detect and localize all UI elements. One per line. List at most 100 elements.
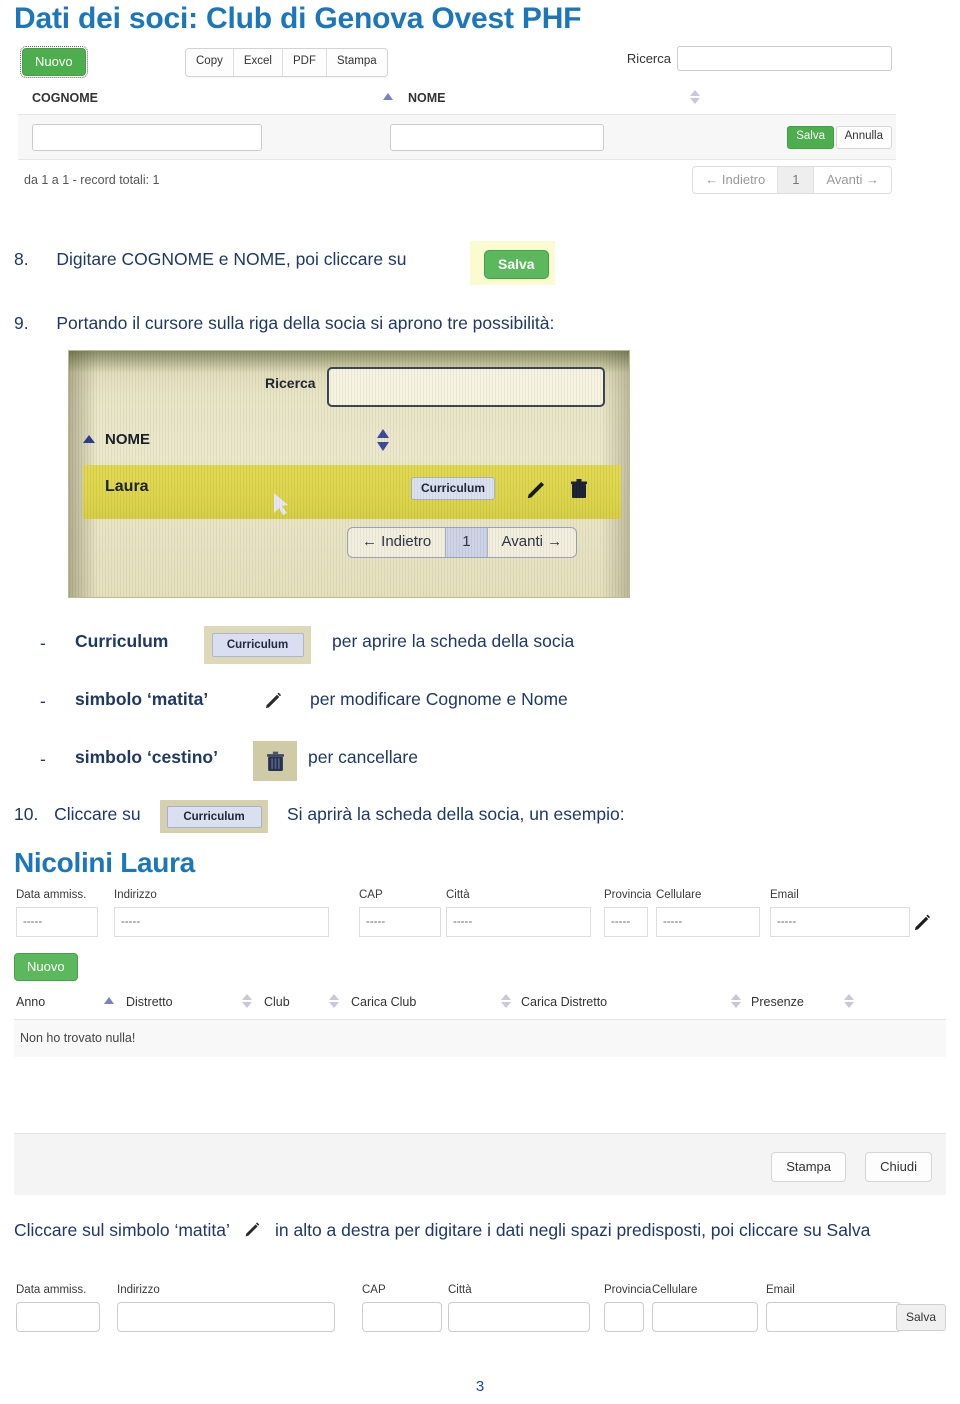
photo-search-label: Ricerca: [265, 375, 316, 391]
photo-pagination-current-page[interactable]: 1: [446, 528, 488, 557]
panel-toolbar: Nuovo Copy Excel PDF Stampa Ricerca: [18, 42, 896, 82]
new-record-button[interactable]: Nuovo: [20, 46, 88, 78]
trash-icon[interactable]: [571, 479, 587, 499]
inline-entry-row: Salva Annulla: [18, 114, 896, 160]
column-header-carica-club[interactable]: Carica Club: [351, 995, 416, 1009]
step-10-text-after: Si aprirà la scheda della socia, un esem…: [287, 804, 625, 824]
pagination: ← Indietro 1 Avanti →: [692, 166, 892, 194]
cancel-button[interactable]: Annulla: [835, 126, 892, 149]
bullet-dash: -: [40, 749, 46, 769]
sort-ascending-icon[interactable]: [104, 996, 114, 1004]
empty-table-message: Non ho trovato nulla!: [14, 1018, 946, 1057]
field-label-indirizzo: Indirizzo: [114, 888, 157, 901]
sort-ascending-icon[interactable]: [383, 93, 393, 100]
list-item: - simbolo ‘cestino’ per cancellare: [0, 741, 960, 799]
options-list: - Curriculum Curriculum per aprire la sc…: [0, 625, 960, 799]
search-input[interactable]: [677, 46, 892, 71]
option-description-matita: per modificare Cognome e Nome: [310, 689, 568, 709]
member-fields-strip: Data ammiss. ----- Indirizzo ----- CAP -…: [14, 889, 946, 951]
pagination-current-page[interactable]: 1: [778, 167, 815, 193]
column-header-distretto[interactable]: Distretto: [126, 995, 173, 1009]
step-9: 9. Portando il cursore sulla riga della …: [14, 312, 554, 336]
pagination-prev[interactable]: ← Indietro: [693, 167, 779, 193]
edit-input-citta[interactable]: [448, 1302, 590, 1332]
print-button[interactable]: Stampa: [326, 49, 387, 76]
edit-input-provincia[interactable]: [604, 1302, 644, 1332]
field-label-data-ammiss: Data ammiss.: [16, 888, 87, 901]
member-card-screenshot: Nicolini Laura Data ammiss. ----- Indiri…: [14, 847, 946, 1195]
curriculum-button-label: Curriculum: [211, 633, 304, 657]
field-value-email: -----: [770, 906, 910, 937]
sort-both-icon[interactable]: [844, 993, 854, 1008]
field-label-email: Email: [770, 888, 799, 901]
sort-both-icon[interactable]: [690, 90, 700, 104]
field-label-cellulare: Cellulare: [656, 888, 702, 901]
field-value-data-ammiss: -----: [16, 906, 98, 937]
copy-button[interactable]: Copy: [186, 49, 234, 76]
salva-button-graphic[interactable]: Salva: [484, 250, 549, 279]
new-record-button[interactable]: Nuovo: [14, 952, 78, 981]
photo-pagination-prev[interactable]: ← Indietro: [348, 528, 447, 557]
edit-label-citta: Città: [448, 1284, 472, 1296]
closing-note-text-after: in alto a destra per digitare i dati neg…: [275, 1220, 871, 1240]
step-10-number: 10.: [14, 804, 39, 824]
photo-curriculum-button[interactable]: Curriculum: [411, 477, 496, 500]
curriculum-button-label: Curriculum: [166, 805, 262, 828]
column-header-cognome[interactable]: COGNOME: [32, 91, 98, 105]
pdf-button[interactable]: PDF: [282, 49, 327, 76]
sort-both-icon[interactable]: [329, 993, 339, 1008]
closing-note-text-before: Cliccare sul simbolo ‘matita’: [14, 1220, 230, 1240]
edit-label-provincia: Provincia: [604, 1284, 652, 1296]
edit-fields-strip: Data ammiss. Indirizzo CAP Città Provinc…: [14, 1284, 946, 1344]
option-description-cestino: per cancellare: [308, 747, 418, 767]
page-title: Dati dei soci: Club di Genova Ovest PHF: [14, 2, 582, 35]
pencil-icon[interactable]: [525, 479, 547, 501]
edit-input-email[interactable]: [766, 1302, 901, 1332]
edit-input-data-ammiss[interactable]: [16, 1302, 100, 1332]
step-9-text: Portando il cursore sulla riga della soc…: [56, 313, 555, 333]
edit-input-cellulare[interactable]: [652, 1302, 758, 1332]
photo-column-header-nome[interactable]: NOME: [105, 431, 150, 448]
photo-search-input[interactable]: [327, 367, 605, 407]
sort-both-icon[interactable]: [731, 993, 741, 1008]
edit-input-indirizzo[interactable]: [117, 1302, 335, 1332]
option-name-matita: simbolo ‘matita’: [75, 689, 209, 709]
excel-button[interactable]: Excel: [233, 49, 283, 76]
nome-input[interactable]: [390, 124, 604, 151]
step-10-text-before: Cliccare su: [54, 804, 141, 824]
pagination-next[interactable]: Avanti →: [814, 167, 891, 193]
save-button[interactable]: Salva: [895, 1304, 946, 1331]
close-button[interactable]: Chiudi: [865, 1151, 932, 1182]
cognome-input[interactable]: [32, 124, 262, 151]
photo-sort-both-icon[interactable]: [377, 429, 389, 451]
page-number: 3: [475, 1378, 485, 1395]
photo-sort-ascending-icon[interactable]: [83, 435, 95, 443]
column-header-carica-distretto[interactable]: Carica Distretto: [521, 995, 607, 1009]
list-item: - Curriculum Curriculum per aprire la sc…: [0, 625, 960, 683]
trash-icon-thumbnail: [253, 741, 297, 781]
column-header-anno[interactable]: Anno: [16, 995, 45, 1009]
print-button[interactable]: Stampa: [771, 1151, 846, 1182]
sort-both-icon[interactable]: [242, 993, 252, 1008]
edit-input-cap[interactable]: [362, 1302, 442, 1332]
column-header-club[interactable]: Club: [264, 995, 290, 1009]
member-name-heading: Nicolini Laura: [14, 847, 195, 878]
option-description-curriculum: per aprire la scheda della socia: [332, 631, 575, 651]
pencil-icon[interactable]: [912, 913, 932, 933]
search-area: Ricerca: [627, 46, 892, 71]
column-header-presenze[interactable]: Presenze: [751, 995, 804, 1009]
search-label: Ricerca: [626, 51, 671, 66]
save-button[interactable]: Salva: [787, 126, 834, 149]
table-header-row: COGNOME NOME: [18, 86, 896, 114]
photo-pagination-next[interactable]: Avanti →: [488, 528, 577, 557]
sort-both-icon[interactable]: [501, 993, 511, 1008]
step-10-text-after-wrap: Si aprirà la scheda della socia, un esem…: [287, 803, 625, 827]
bullet-dash: -: [40, 633, 46, 653]
card-action-bar: Stampa Chiudi: [14, 1132, 946, 1195]
column-header-nome[interactable]: NOME: [408, 91, 446, 105]
record-count-info: da 1 a 1 - record totali: 1: [24, 173, 160, 187]
step-9-number: 9.: [14, 313, 29, 333]
field-label-provincia: Provincia: [604, 888, 652, 901]
step-8: 8. Digitare COGNOME e NOME, poi cliccare…: [14, 248, 406, 272]
career-table-header: Anno Distretto Club Carica Club Carica D…: [14, 989, 946, 1019]
